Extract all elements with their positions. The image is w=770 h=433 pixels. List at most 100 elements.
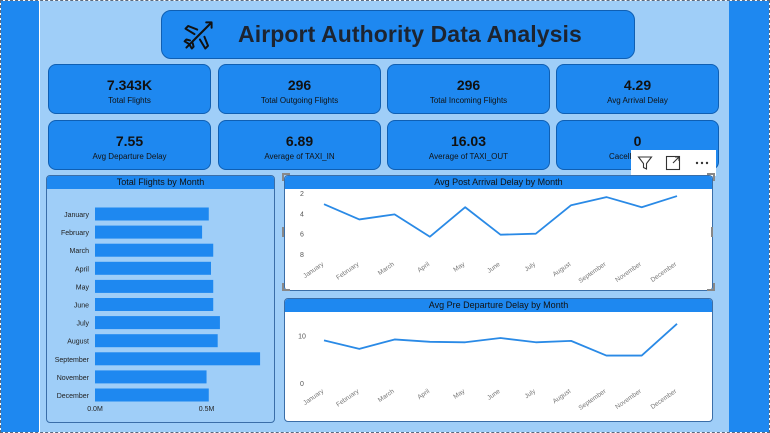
- kpi-label: Average of TAXI_IN: [264, 152, 335, 161]
- bar: [95, 316, 220, 330]
- right-canvas-edge: [729, 1, 769, 432]
- bar: [95, 298, 214, 311]
- chart-title: Total Flights by Month: [47, 176, 274, 189]
- chart-title: Avg Pre Departure Delay by Month: [285, 299, 712, 312]
- x-tick-label: January: [302, 387, 326, 406]
- x-tick-label: December: [650, 260, 679, 283]
- chart-title: Avg Post Arrival Delay by Month: [285, 176, 712, 189]
- x-tick-label: March: [377, 388, 396, 404]
- visual-header-toolbar: [631, 150, 716, 176]
- series-line: [323, 323, 678, 357]
- y-tick-label: 10: [298, 334, 306, 341]
- x-tick-label: 0.0M: [87, 406, 103, 413]
- category-label: August: [67, 339, 89, 346]
- category-label: June: [74, 303, 89, 310]
- category-label: September: [55, 357, 90, 364]
- line-chart-plot: 10 0January February March April May June July A…: [298, 323, 679, 412]
- kpi-average-taxi-in[interactable]: 6.89 Average of TAXI_IN: [218, 120, 381, 170]
- x-tick-label: January: [302, 260, 326, 279]
- category-label: April: [75, 266, 89, 273]
- kpi-total-outgoing-flights[interactable]: 296 Total Outgoing Flights: [218, 64, 381, 114]
- filter-button[interactable]: [633, 152, 657, 174]
- y-tick-label: 2: [300, 191, 304, 198]
- kpi-total-flights[interactable]: 7.343K Total Flights: [48, 64, 211, 114]
- bar: [95, 261, 211, 275]
- bar: [95, 334, 218, 348]
- kpi-avg-departure-delay[interactable]: 7.55 Avg Departure Delay: [48, 120, 211, 170]
- left-canvas-edge: [1, 1, 39, 432]
- category-label: January: [64, 212, 89, 219]
- focus-mode-icon: [666, 155, 681, 171]
- x-tick-label: September: [577, 387, 608, 411]
- kpi-value: 16.03: [450, 133, 487, 149]
- category-label: March: [70, 248, 90, 255]
- filter-icon: [637, 156, 653, 170]
- kpi-value: 6.89: [285, 133, 314, 149]
- x-tick-label: 0.5M: [199, 406, 215, 413]
- x-tick-label: June: [486, 388, 502, 402]
- x-tick-label: August: [552, 261, 573, 278]
- chart-avg-pre-departure-delay[interactable]: Avg Pre Departure Delay by Month 10 0 Janu…: [284, 298, 713, 422]
- bar-chart-plot: January February March April May June July Augu…: [55, 207, 261, 413]
- selection-handle[interactable]: [282, 227, 284, 237]
- x-tick-label: December: [650, 387, 679, 410]
- x-tick-label: November: [614, 260, 643, 283]
- report-title-banner: Airport Authority Data Analysis: [161, 10, 635, 59]
- kpi-value: 4.29: [623, 77, 652, 93]
- kpi-value: 7.55: [115, 133, 144, 149]
- selection-handle[interactable]: [711, 227, 713, 237]
- kpi-label: Avg Arrival Delay: [607, 96, 668, 105]
- y-tick-label: 6: [300, 232, 304, 239]
- x-tick-label: May: [452, 387, 467, 400]
- bar: [95, 370, 207, 384]
- x-tick-label: July: [523, 387, 537, 400]
- kpi-average-taxi-out[interactable]: 16.03 Average of TAXI_OUT: [387, 120, 550, 170]
- kpi-label: Total Incoming Flights: [429, 96, 508, 105]
- kpi-avg-arrival-delay[interactable]: 4.29 Avg Arrival Delay: [556, 64, 719, 114]
- x-tick-label: November: [614, 387, 643, 410]
- report-title: Airport Authority Data Analysis: [238, 21, 582, 47]
- kpi-value: 7.343K: [106, 77, 153, 93]
- more-options-button[interactable]: [690, 152, 714, 174]
- selection-handle[interactable]: [282, 283, 284, 291]
- kpi-label: Avg Departure Delay: [92, 152, 167, 161]
- selection-handle[interactable]: [713, 283, 715, 291]
- x-tick-label: March: [377, 261, 396, 277]
- selection-handle[interactable]: [713, 173, 715, 181]
- category-label: November: [57, 375, 90, 382]
- x-tick-label: August: [552, 388, 573, 405]
- kpi-value: 296: [456, 77, 481, 93]
- kpi-total-incoming-flights[interactable]: 296 Total Incoming Flights: [387, 64, 550, 114]
- x-tick-label: February: [335, 260, 361, 281]
- x-tick-label: June: [486, 261, 502, 275]
- kpi-value: 0: [633, 133, 642, 149]
- kpi-label: Average of TAXI_OUT: [428, 152, 509, 161]
- series-line: [323, 195, 678, 238]
- kpi-label: Total Flights: [108, 96, 151, 105]
- category-label: December: [57, 393, 90, 400]
- bar: [95, 388, 209, 402]
- airplane-icon: [183, 21, 213, 50]
- y-tick-label: 4: [300, 211, 304, 218]
- x-tick-label: September: [577, 260, 608, 284]
- focus-mode-button[interactable]: [661, 152, 685, 174]
- x-tick-label: April: [416, 388, 431, 402]
- x-tick-label: April: [416, 261, 431, 275]
- bar: [95, 279, 214, 293]
- line-chart-plot: 2 4 6 8January February March April May June July…: [300, 191, 679, 285]
- category-label: February: [61, 230, 90, 237]
- category-label: July: [77, 321, 90, 328]
- x-tick-label: July: [523, 260, 537, 273]
- chart-total-flights-by-month[interactable]: Total Flights by Month January February Ma…: [46, 175, 275, 423]
- chart-avg-post-arrival-delay[interactable]: Avg Post Arrival Delay by Month 2 4 6 8 Janu…: [284, 175, 713, 291]
- selection-handle[interactable]: [282, 173, 284, 181]
- y-tick-label: 8: [300, 252, 304, 259]
- x-tick-label: February: [335, 387, 361, 408]
- kpi-label: Total Outgoing Flights: [260, 96, 339, 105]
- y-tick-label: 0: [300, 381, 304, 388]
- category-label: May: [76, 284, 90, 291]
- kpi-value: 296: [287, 77, 312, 93]
- bar: [95, 207, 209, 221]
- more-options-icon: [695, 161, 709, 165]
- bar: [95, 225, 203, 239]
